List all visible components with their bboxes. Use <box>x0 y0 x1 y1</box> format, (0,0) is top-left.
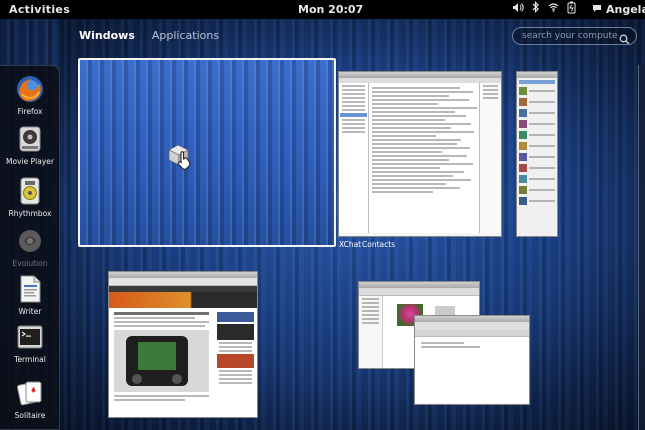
tab-windows[interactable]: Windows <box>79 29 135 42</box>
status-area <box>512 1 576 19</box>
caption-xchat: XChat <box>339 240 362 249</box>
window-thumbnail-browser[interactable] <box>108 271 258 418</box>
dash-item-evolution[interactable]: Evolution <box>0 226 60 268</box>
user-name: Angela <box>606 3 645 16</box>
window-thumbnail-contacts[interactable] <box>516 71 558 237</box>
movie-player-icon <box>15 124 45 154</box>
dash: Firefox Movie Player Rhythmbox Evolution… <box>0 65 60 430</box>
volume-icon[interactable] <box>512 2 524 18</box>
writer-icon <box>15 274 45 304</box>
window-thumbnail-text-editor[interactable] <box>414 315 530 405</box>
top-panel: Activities Mon 20:07 Angela <box>0 0 645 19</box>
dash-item-firefox[interactable]: Firefox <box>0 74 60 116</box>
window-thumbnail-selected[interactable] <box>78 58 336 247</box>
dash-item-terminal[interactable]: Terminal <box>0 322 60 364</box>
dash-label: Terminal <box>14 355 46 364</box>
firefox-icon <box>15 74 45 104</box>
window-thumbnail-xchat[interactable] <box>338 71 502 237</box>
clock[interactable]: Mon 20:07 <box>298 3 363 16</box>
user-chat-icon <box>592 3 602 16</box>
evolution-icon <box>15 226 45 256</box>
rhythmbox-icon <box>15 176 45 206</box>
dash-item-movie-player[interactable]: Movie Player <box>0 124 60 166</box>
pointer-hand-icon <box>167 144 197 178</box>
bluetooth-icon[interactable] <box>532 1 540 18</box>
search-box[interactable] <box>512 27 637 45</box>
dash-item-writer[interactable]: Writer <box>0 274 60 316</box>
caption-contacts: Contacts <box>362 240 396 249</box>
solitaire-icon <box>15 378 45 408</box>
search-icon <box>619 30 630 49</box>
terminal-icon <box>15 322 45 352</box>
dash-item-solitaire[interactable]: Solitaire <box>0 378 60 420</box>
dash-label: Firefox <box>17 107 43 116</box>
wireless-icon[interactable] <box>548 2 559 17</box>
dash-label: Writer <box>18 307 42 316</box>
dash-label: Rhythmbox <box>8 209 52 218</box>
dash-label: Solitaire <box>14 411 46 420</box>
user-menu[interactable]: Angela <box>592 3 645 16</box>
tab-applications[interactable]: Applications <box>152 29 219 42</box>
search-input[interactable] <box>522 30 617 42</box>
workspace-strip[interactable] <box>638 65 645 430</box>
activities-button[interactable]: Activities <box>9 3 70 16</box>
view-selector: Windows Applications <box>79 29 219 42</box>
battery-icon[interactable] <box>567 1 576 19</box>
dash-label: Movie Player <box>6 157 54 166</box>
dash-item-rhythmbox[interactable]: Rhythmbox <box>0 176 60 218</box>
dash-label: Evolution <box>12 259 48 268</box>
